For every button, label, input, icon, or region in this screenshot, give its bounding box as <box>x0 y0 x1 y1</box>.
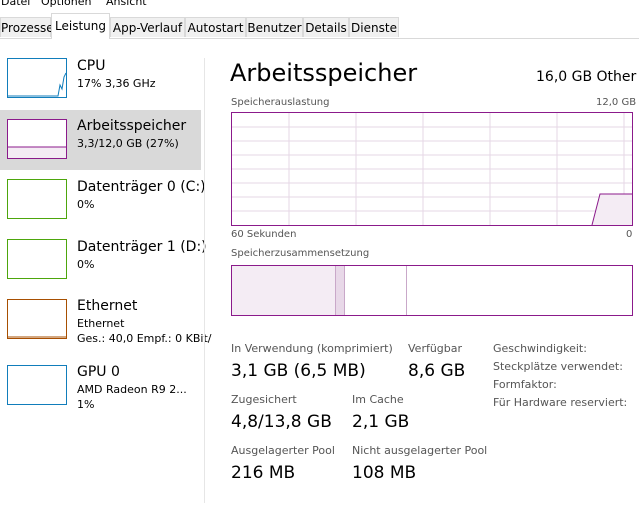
composition-in-use <box>232 266 336 315</box>
sidebar-item-gpu-0[interactable]: GPU 0 AMD Radeon R9 2... 1% <box>0 361 201 421</box>
ethernet-thumbnail-graph <box>8 336 66 338</box>
committed-value: 4,8/13,8 GB <box>231 412 332 432</box>
tab-benutzer[interactable]: Benutzer <box>246 17 303 37</box>
usage-label: Speicherauslastung <box>231 97 330 108</box>
sidebar-item-sublabel: 3,3/12,0 GB (27%) <box>77 137 179 150</box>
sidebar-item-label: CPU <box>77 58 106 74</box>
cached-label: Im Cache <box>352 393 404 406</box>
committed-label: Zugesichert <box>231 393 297 406</box>
in-use-label: In Verwendung (komprimiert) <box>231 342 393 355</box>
sidebar-item-label: Datenträger 1 (D:) <box>77 239 207 255</box>
available-label: Verfügbar <box>408 342 463 355</box>
memory-total: 16,0 GB Other <box>536 69 637 85</box>
composition-modified <box>336 266 345 315</box>
cpu-thumbnail <box>7 58 67 98</box>
cpu-thumbnail-graph <box>8 72 67 97</box>
sidebar-divider <box>204 58 205 503</box>
sidebar-item-datentraeger-0[interactable]: Datenträger 0 (C:) 0% <box>0 175 206 235</box>
hardware-reserved-label: Für Hardware reserviert: <box>493 396 628 409</box>
slots-label: Steckplätze verwendet: <box>493 360 623 373</box>
sidebar-item-sublabel: 17% 3,36 GHz <box>77 77 156 90</box>
sidebar-item-label: GPU 0 <box>77 364 120 380</box>
menu-ansicht[interactable]: Ansicht <box>106 0 147 8</box>
paged-pool-value: 216 MB <box>231 463 296 483</box>
cached-value: 2,1 GB <box>352 412 410 432</box>
memory-usage-graph <box>231 112 633 226</box>
composition-label: Speicherzusammensetzung <box>231 248 370 259</box>
tab-prozesse[interactable]: Prozesse <box>0 17 54 37</box>
tab-app-verlauf[interactable]: App-Verlauf <box>110 17 185 37</box>
nonpaged-pool-value: 108 MB <box>352 463 417 483</box>
nonpaged-pool-label: Nicht ausgelagerter Pool <box>352 444 488 457</box>
sidebar-item-ethernet[interactable]: Ethernet Ethernet Ges.: 40,0 Empf.: 0 KB… <box>0 295 211 355</box>
memory-usage-graph-svg <box>232 113 632 225</box>
ethernet-thumbnail <box>7 299 67 339</box>
tab-dienste[interactable]: Dienste <box>349 17 399 37</box>
sidebar-item-sublabel: 0% <box>77 198 95 211</box>
available-value: 8,6 GB <box>408 361 466 381</box>
time-min: 0 <box>626 229 633 240</box>
time-label: 60 Sekunden <box>231 229 297 240</box>
tab-leistung[interactable]: Leistung <box>51 13 110 39</box>
memory-composition-bar <box>231 265 633 316</box>
disk1-thumbnail <box>7 239 67 279</box>
sidebar-item-datentraeger-1[interactable]: Datenträger 1 (D:) 0% <box>0 235 207 295</box>
composition-standby <box>345 266 407 315</box>
sidebar-item-sublabel-2: Ges.: 40,0 Empf.: 0 KBit/ <box>77 332 212 345</box>
in-use-value: 3,1 GB (6,5 MB) <box>231 361 366 381</box>
disk0-thumbnail <box>7 179 67 219</box>
page-title: Arbeitsspeicher <box>230 59 418 87</box>
form-factor-label: Formfaktor: <box>493 378 557 391</box>
sidebar-item-sublabel: 0% <box>77 258 95 271</box>
tab-details[interactable]: Details <box>303 17 349 37</box>
menu-datei[interactable]: Datei <box>1 0 30 8</box>
memory-thumbnail-graph <box>8 146 66 158</box>
speed-label: Geschwindigkeit: <box>493 342 587 355</box>
sidebar-item-sublabel: Ethernet <box>77 317 125 330</box>
sidebar-item-label: Datenträger 0 (C:) <box>77 179 206 195</box>
tab-bar: Prozesse Leistung App-Verlauf Autostart … <box>0 13 639 39</box>
menu-optionen[interactable]: Optionen <box>41 0 91 8</box>
menu-bar: Datei Optionen Ansicht <box>0 0 639 12</box>
tab-autostart[interactable]: Autostart <box>185 17 246 37</box>
sidebar-item-label: Ethernet <box>77 298 138 314</box>
sidebar-item-arbeitsspeicher[interactable]: Arbeitsspeicher 3,3/12,0 GB (27%) <box>0 110 201 170</box>
memory-thumbnail <box>7 119 67 159</box>
sidebar-item-sublabel: AMD Radeon R9 2... <box>77 383 187 396</box>
usage-max: 12,0 GB <box>596 97 637 108</box>
sidebar-item-sublabel-2: 1% <box>77 398 95 411</box>
gpu-thumbnail <box>7 365 67 405</box>
paged-pool-label: Ausgelagerter Pool <box>231 444 335 457</box>
sidebar-item-cpu[interactable]: CPU 17% 3,36 GHz <box>0 54 201 114</box>
sidebar-item-label: Arbeitsspeicher <box>77 118 187 134</box>
